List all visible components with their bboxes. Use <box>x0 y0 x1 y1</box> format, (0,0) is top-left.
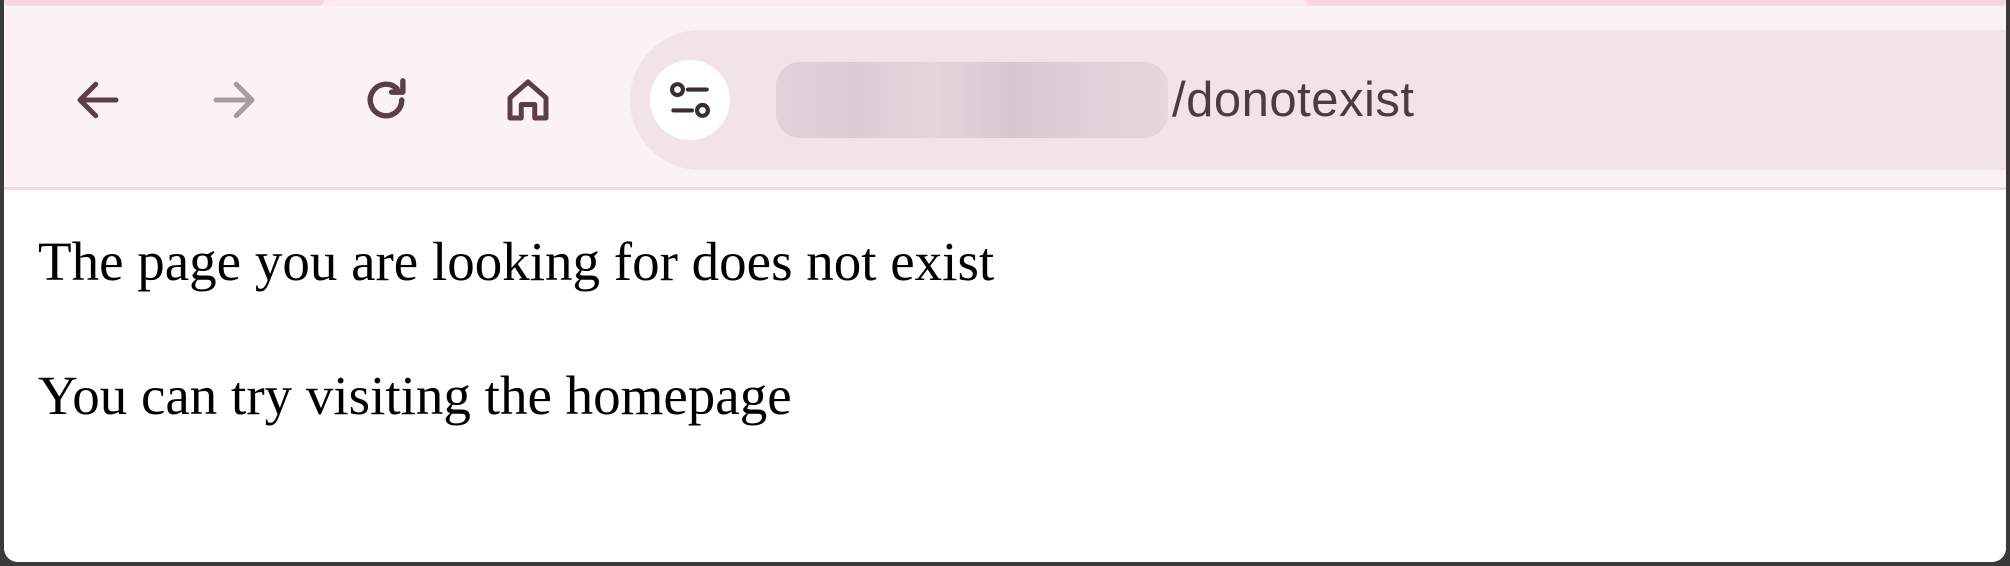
url-text[interactable]: /donotexist <box>776 62 1415 138</box>
home-button[interactable] <box>488 60 568 140</box>
homepage-suggestion: You can try visiting the homepage <box>38 365 792 426</box>
reload-icon <box>367 78 406 119</box>
arrow-left-icon <box>77 81 119 119</box>
redacted-host <box>776 62 1168 138</box>
browser-window: /donotexist The page you are looking for… <box>4 0 2006 562</box>
arrow-right-icon <box>213 81 255 119</box>
url-path: /donotexist <box>1172 73 1415 127</box>
reload-button[interactable] <box>346 60 426 140</box>
page-content: The page you are looking for does not ex… <box>4 190 2006 562</box>
tune-icon <box>670 82 710 118</box>
not-found-message: The page you are looking for does not ex… <box>38 231 995 292</box>
home-icon <box>507 79 549 121</box>
address-bar[interactable]: /donotexist <box>630 30 2006 170</box>
forward-button[interactable] <box>194 60 274 140</box>
browser-toolbar: /donotexist <box>4 6 2006 190</box>
site-info-button[interactable] <box>650 60 730 140</box>
back-button[interactable] <box>58 60 138 140</box>
